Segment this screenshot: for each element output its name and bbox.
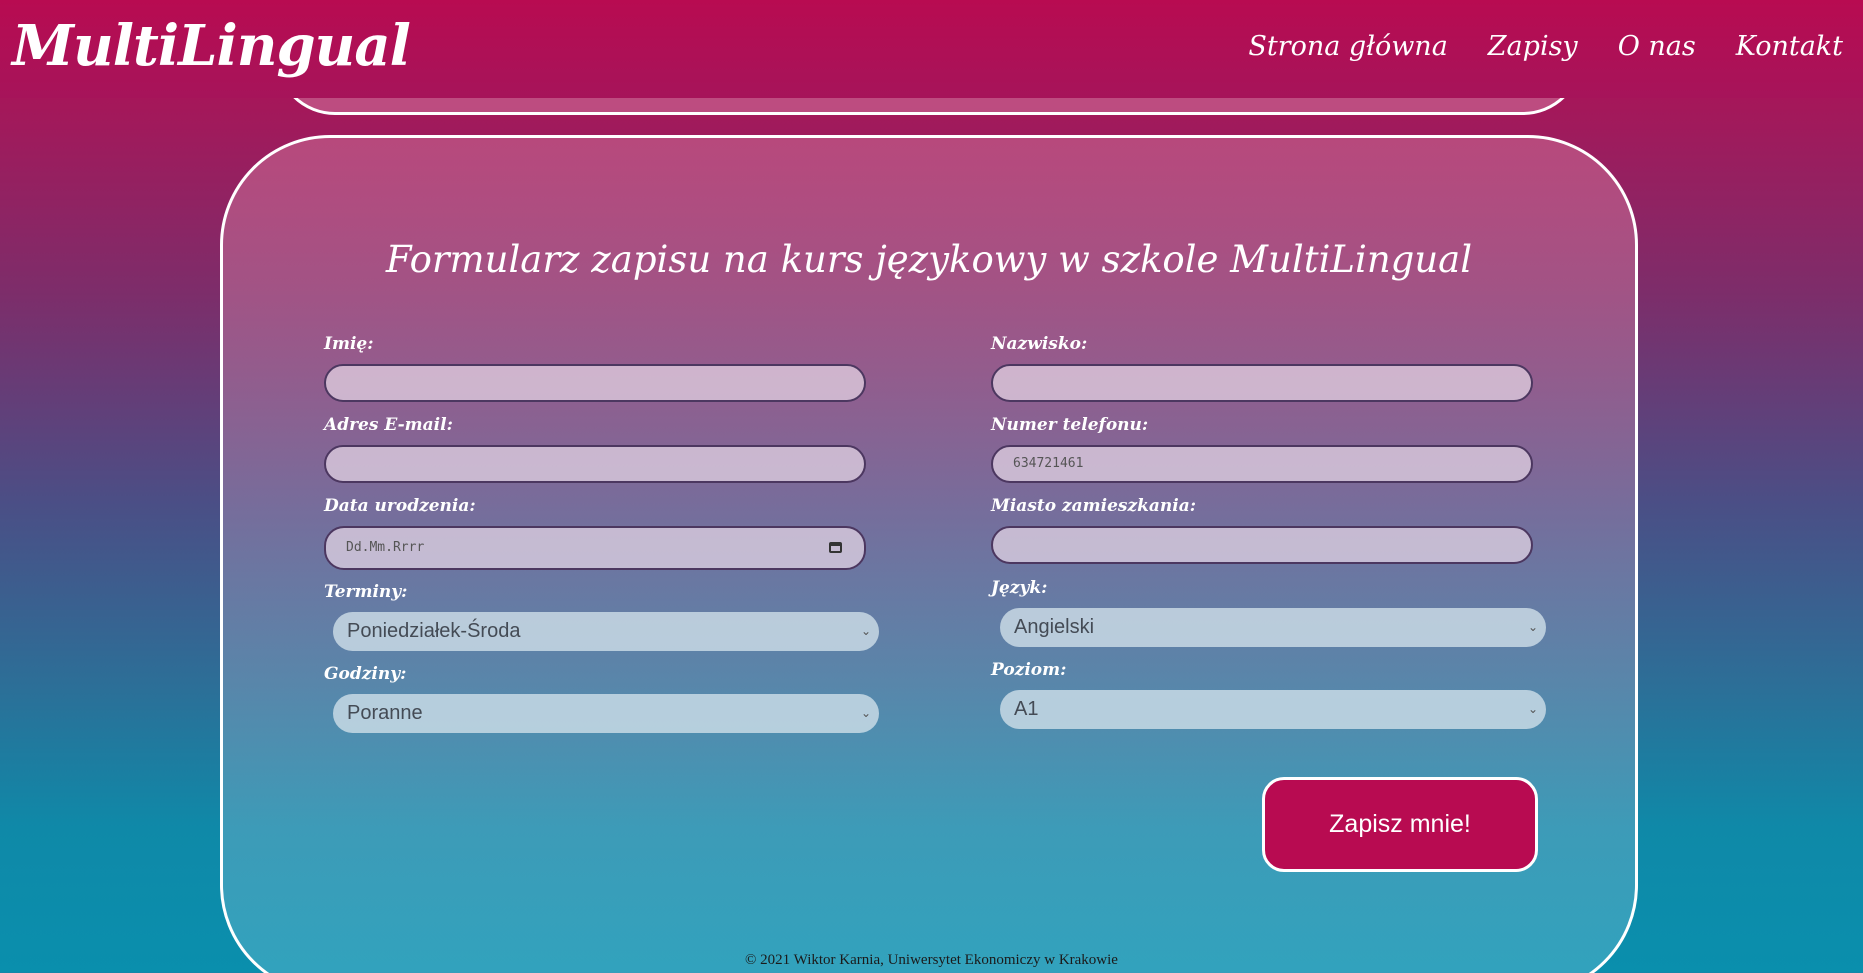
terms-select[interactable]: Poniedziałek-Środa ⌄ — [333, 612, 879, 651]
city-field[interactable] — [991, 526, 1533, 564]
level-label: Poziom: — [991, 660, 1067, 680]
calendar-icon[interactable] — [829, 542, 842, 553]
phone-field[interactable]: 634721461 — [991, 445, 1533, 483]
chevron-down-icon: ⌄ — [1527, 702, 1538, 716]
phone-placeholder: 634721461 — [1013, 456, 1084, 471]
level-select[interactable]: A1 ⌄ — [1000, 690, 1546, 729]
birth-date-field[interactable]: Dd.Mm.Rrrr — [324, 526, 866, 570]
first-name-field[interactable] — [324, 364, 866, 402]
last-name-label: Nazwisko: — [991, 334, 1088, 354]
email-label: Adres E-mail: — [324, 415, 453, 435]
email-field[interactable] — [324, 445, 866, 483]
chevron-down-icon: ⌄ — [860, 706, 871, 720]
language-select[interactable]: Angielski ⌄ — [1000, 608, 1546, 647]
chevron-down-icon: ⌄ — [1527, 620, 1538, 634]
nav-link-home[interactable]: Strona główna — [1248, 26, 1447, 68]
last-name-field[interactable] — [991, 364, 1533, 402]
nav-link-about[interactable]: O nas — [1618, 26, 1696, 68]
main-nav: Strona główna Zapisy O nas Kontakt — [1248, 26, 1843, 68]
birth-date-label: Data urodzenia: — [324, 496, 476, 516]
site-header: MultiLingual Strona główna Zapisy O nas … — [0, 0, 1863, 98]
chevron-down-icon: ⌄ — [860, 624, 871, 638]
footer-copyright: © 2021 Wiktor Karnia, Uniwersytet Ekonom… — [745, 952, 1118, 968]
phone-label: Numer telefonu: — [991, 415, 1149, 435]
hours-select[interactable]: Poranne ⌄ — [333, 694, 879, 733]
city-label: Miasto zamieszkania: — [991, 496, 1197, 516]
birth-date-placeholder: Dd.Mm.Rrrr — [346, 540, 425, 555]
first-name-label: Imię: — [324, 334, 374, 354]
logo[interactable]: MultiLingual — [12, 6, 411, 86]
signup-form-card: Formularz zapisu na kurs językowy w szko… — [220, 135, 1638, 973]
submit-button[interactable]: Zapisz mnie! — [1262, 777, 1538, 872]
hours-label: Godziny: — [324, 664, 407, 684]
form-title: Formularz zapisu na kurs językowy w szko… — [385, 238, 1473, 281]
nav-link-contact[interactable]: Kontakt — [1736, 26, 1843, 68]
hours-selected-value: Poranne — [347, 702, 423, 724]
terms-selected-value: Poniedziałek-Środa — [347, 620, 521, 642]
nav-link-signup[interactable]: Zapisy — [1488, 26, 1578, 68]
language-label: Język: — [991, 578, 1048, 598]
terms-label: Terminy: — [324, 582, 408, 602]
language-selected-value: Angielski — [1014, 616, 1095, 638]
level-selected-value: A1 — [1014, 698, 1039, 720]
